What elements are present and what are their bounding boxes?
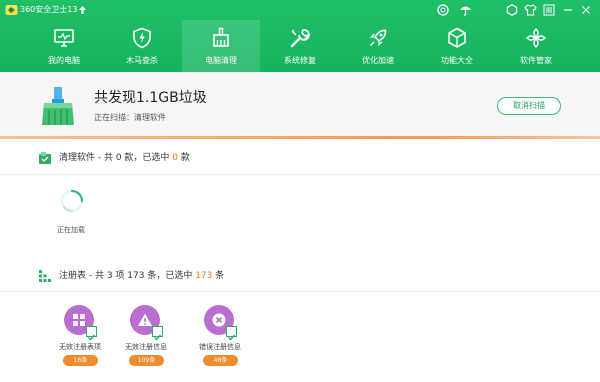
cancel-scan-button[interactable]: 取消扫描 bbox=[497, 97, 561, 115]
registry-section-title: 注册表 - 共 3 项 173 条，已选中 173 条 bbox=[59, 270, 224, 282]
nav-label: 功能大全 bbox=[441, 56, 473, 65]
checkmark-icon bbox=[88, 334, 96, 341]
registry-section-header: 注册表 - 共 3 项 173 条，已选中 173 条 bbox=[0, 269, 600, 291]
registry-item-invalid-info[interactable]: 无效注册信息 109条 bbox=[116, 305, 176, 373]
x-circle-icon bbox=[212, 313, 226, 327]
nav-label: 我的电脑 bbox=[48, 56, 80, 65]
nav-my-computer[interactable]: 我的电脑 bbox=[25, 20, 103, 72]
umbrella-icon[interactable] bbox=[458, 3, 472, 17]
checkmark-icon bbox=[154, 334, 162, 341]
title-bar: 360安全卫士13 bbox=[0, 0, 600, 20]
wrench-icon bbox=[290, 29, 310, 48]
shirt-icon[interactable] bbox=[523, 3, 537, 17]
section-divider bbox=[0, 174, 600, 175]
cube-icon bbox=[448, 27, 466, 48]
scan-progress-bar bbox=[0, 136, 600, 139]
nav-label: 软件管家 bbox=[520, 56, 552, 65]
app-logo-icon bbox=[5, 5, 18, 15]
nav-label: 电脑清理 bbox=[205, 56, 237, 65]
apps-icon bbox=[526, 28, 546, 48]
registry-item-error-info[interactable]: 错误注册信息 48条 bbox=[190, 305, 250, 373]
hexagon-icon[interactable] bbox=[505, 3, 519, 17]
registry-icon bbox=[39, 270, 51, 282]
nav-system-repair[interactable]: 系统修复 bbox=[261, 20, 339, 72]
registry-item-checkbox[interactable] bbox=[86, 326, 97, 341]
registry-item-checkbox[interactable] bbox=[152, 326, 163, 341]
menu-icon[interactable] bbox=[542, 3, 556, 17]
warning-icon bbox=[138, 313, 152, 326]
nav-label: 系统修复 bbox=[284, 56, 316, 65]
registry-selected-count: 173 bbox=[195, 271, 213, 281]
registry-item-label: 无效注册表项 bbox=[59, 343, 101, 351]
broom-icon bbox=[213, 27, 229, 47]
registry-section-unit: 条 bbox=[212, 271, 225, 281]
up-arrow-icon[interactable] bbox=[78, 5, 87, 15]
minimize-icon[interactable] bbox=[561, 3, 575, 17]
software-section-unit: 款 bbox=[178, 153, 190, 163]
shield-icon bbox=[133, 27, 151, 49]
grid-icon bbox=[73, 314, 85, 326]
nav-label: 优化加速 bbox=[362, 56, 394, 65]
scan-result-title: 共发现1.1GB垃圾 bbox=[94, 90, 207, 106]
registry-item-count-badge: 109条 bbox=[129, 355, 164, 366]
scan-summary: 共发现1.1GB垃圾 正在扫描：清理软件 取消扫描 bbox=[0, 72, 600, 138]
registry-section-label: 注册表 - 共 3 项 173 条，已选中 bbox=[59, 271, 196, 281]
registry-item-invalid-keys[interactable]: 无效注册表项 16条 bbox=[50, 305, 110, 373]
broom-icon bbox=[42, 87, 74, 125]
section-divider bbox=[0, 291, 600, 292]
loading-text: 正在加载 bbox=[57, 226, 85, 234]
registry-item-count-badge: 16条 bbox=[63, 355, 98, 366]
target-icon[interactable] bbox=[436, 3, 450, 17]
nav-software-manager[interactable]: 软件管家 bbox=[497, 20, 575, 72]
app-title: 360安全卫士13 bbox=[20, 5, 78, 14]
nav-features[interactable]: 功能大全 bbox=[418, 20, 496, 72]
nav-pc-cleanup[interactable]: 电脑清理 bbox=[182, 20, 260, 72]
monitor-icon bbox=[54, 29, 74, 47]
software-section-header: 清理软件 - 共 0 款，已选中 0 款 bbox=[0, 151, 600, 173]
nav-trojan-scan[interactable]: 木马查杀 bbox=[103, 20, 181, 72]
top-header: 360安全卫士13 我的电脑 木马查杀 电脑清理 系统修复 优化加速 功能大全 … bbox=[0, 0, 600, 72]
registry-item-count-badge: 48条 bbox=[203, 355, 238, 366]
rocket-icon bbox=[369, 29, 387, 47]
software-cleanup-icon bbox=[39, 152, 51, 164]
software-section-label: 清理软件 - 共 0 款，已选中 bbox=[59, 153, 173, 163]
registry-item-label: 无效注册信息 bbox=[125, 343, 167, 351]
software-section-title: 清理软件 - 共 0 款，已选中 0 款 bbox=[59, 152, 190, 164]
nav-label: 木马查杀 bbox=[126, 56, 158, 65]
scan-status-text: 正在扫描：清理软件 bbox=[94, 113, 166, 122]
loading-spinner-icon bbox=[60, 189, 84, 213]
registry-item-label: 错误注册信息 bbox=[199, 343, 241, 351]
main-nav: 我的电脑 木马查杀 电脑清理 系统修复 优化加速 功能大全 软件管家 bbox=[25, 20, 600, 72]
close-icon[interactable] bbox=[579, 3, 593, 17]
nav-optimize[interactable]: 优化加速 bbox=[339, 20, 417, 72]
registry-item-checkbox[interactable] bbox=[226, 326, 237, 341]
checkmark-icon bbox=[228, 334, 236, 341]
